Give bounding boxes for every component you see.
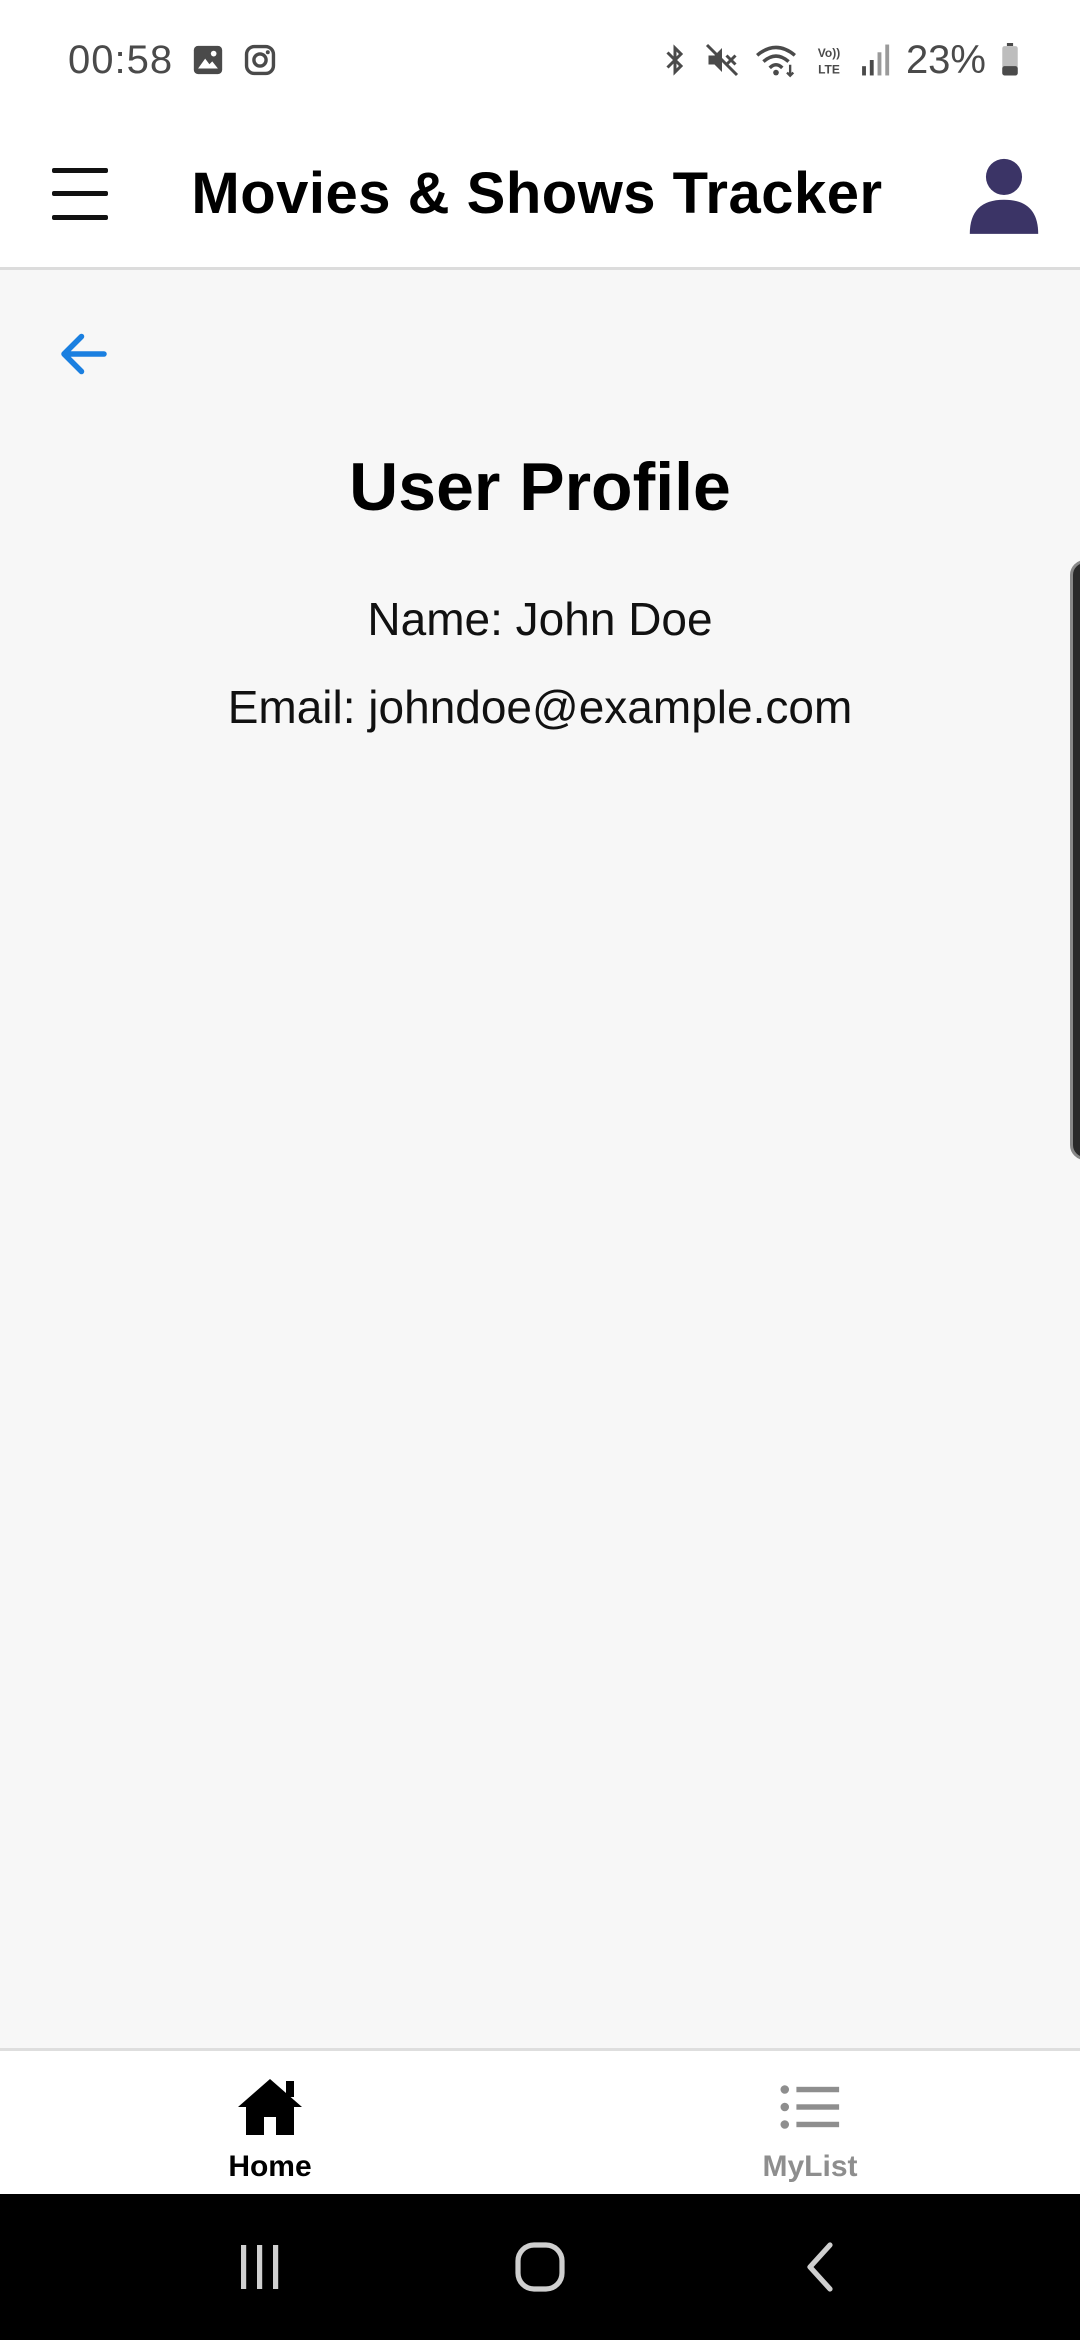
back-arrow-icon[interactable] <box>54 324 114 384</box>
status-bar: 00:58 Vo)) LTE 23% <box>0 0 1080 120</box>
svg-text:Vo)): Vo)) <box>818 46 840 60</box>
status-time: 00:58 <box>68 37 174 82</box>
nav-label-mylist: MyList <box>762 2150 858 2183</box>
signal-icon <box>860 43 892 77</box>
home-system-icon[interactable] <box>500 2227 580 2307</box>
profile-name: Name: John Doe <box>367 593 713 645</box>
battery-percentage: 23% <box>905 37 986 82</box>
svg-text:LTE: LTE <box>818 63 840 77</box>
menu-line <box>52 214 108 220</box>
bottom-nav: Home MyList <box>0 2048 1080 2194</box>
hamburger-menu-icon[interactable] <box>50 164 110 224</box>
nav-item-home[interactable]: Home <box>0 2051 540 2194</box>
nav-item-mylist[interactable]: MyList <box>540 2051 1080 2194</box>
app-title: Movies & Shows Tracker <box>191 161 883 226</box>
gallery-icon <box>191 43 225 77</box>
nav-label-home: Home <box>228 2150 312 2183</box>
back-system-icon[interactable] <box>780 2227 860 2307</box>
user-avatar-icon[interactable] <box>964 154 1044 234</box>
mute-icon <box>704 42 740 78</box>
volte-icon: Vo)) LTE <box>812 42 846 78</box>
edge-panel-handle[interactable] <box>1070 560 1080 1160</box>
bluetooth-icon <box>660 42 690 78</box>
status-left: 00:58 <box>68 38 277 83</box>
system-nav-bar <box>0 2194 1080 2340</box>
profile-email: Email: johndoe@example.com <box>227 681 853 733</box>
menu-line <box>52 191 108 196</box>
app-header: Movies & Shows Tracker <box>0 120 1080 270</box>
list-icon <box>777 2075 843 2144</box>
home-icon <box>234 2075 306 2144</box>
menu-line <box>52 167 108 173</box>
page-title: User Profile <box>349 449 731 525</box>
status-right: Vo)) LTE 23% <box>660 38 1020 83</box>
wifi-icon <box>754 42 798 78</box>
screen: 00:58 Vo)) LTE 23% Movies & Shows Tracke… <box>0 0 1080 2340</box>
battery-icon <box>1000 43 1020 77</box>
instagram-icon <box>243 43 277 77</box>
recent-apps-icon[interactable] <box>220 2227 300 2307</box>
